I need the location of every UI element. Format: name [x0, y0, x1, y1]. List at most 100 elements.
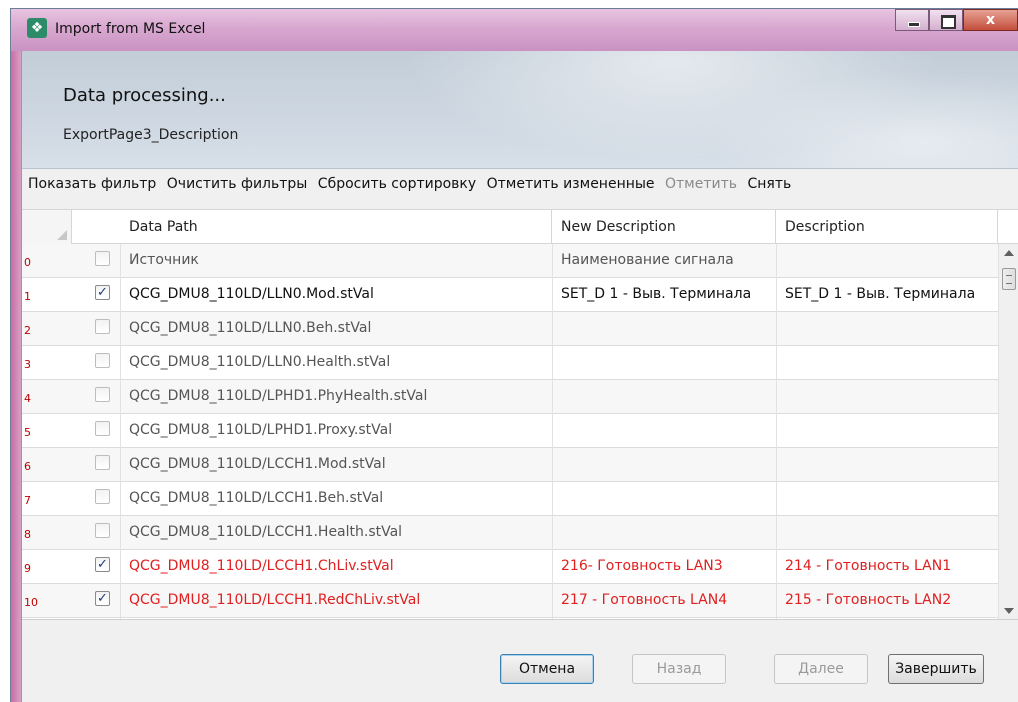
row-checkbox[interactable] — [95, 489, 110, 504]
description-cell[interactable] — [776, 448, 998, 482]
row-number: 1 — [24, 290, 31, 303]
new-description-cell[interactable] — [552, 516, 776, 550]
window-title: Import from MS Excel — [55, 21, 206, 37]
new-description-cell[interactable]: 216- Готовность LAN3 — [552, 550, 776, 584]
reset-sort-link[interactable]: Сбросить сортировку — [318, 176, 476, 192]
vertical-scrollbar[interactable] — [998, 244, 1018, 619]
table-row[interactable]: 1 ✓ QCG_DMU8_110LD/LLN0.Mod.stVal SET_D 1 -… — [22, 278, 998, 312]
description-cell[interactable]: 215 - Готовность LAN2 — [776, 584, 998, 618]
table-row[interactable]: 8 QCG_DMU8_110LD/LCCH1.Health.stVal — [22, 516, 998, 550]
row-number: 0 — [24, 256, 31, 269]
table-row[interactable]: 9 ✓ QCG_DMU8_110LD/LCCH1.ChLiv.stVal 216- Г… — [22, 550, 998, 584]
column-header-description[interactable]: Description — [776, 210, 998, 244]
new-description-cell[interactable] — [552, 312, 776, 346]
minimize-icon[interactable] — [895, 9, 929, 31]
description-cell[interactable] — [776, 312, 998, 346]
scroll-down-icon[interactable] — [1004, 608, 1014, 614]
row-number: 10 — [24, 596, 38, 609]
row-checkbox[interactable] — [95, 523, 110, 538]
row-checkbox[interactable] — [95, 319, 110, 334]
mark-link[interactable]: Отметить — [665, 176, 737, 192]
finish-button[interactable]: Завершить — [888, 654, 984, 684]
data-path-cell[interactable]: QCG_DMU8_110LD/LCCH1.Mod.stVal — [120, 448, 552, 482]
page-title: Data processing... — [63, 85, 226, 106]
row-checkbox[interactable]: ✓ — [95, 557, 110, 572]
description-cell[interactable] — [776, 380, 998, 414]
row-number: 9 — [24, 562, 31, 575]
row-checkbox[interactable] — [95, 421, 110, 436]
maximize-icon[interactable] — [929, 9, 963, 31]
row-checkbox[interactable] — [95, 387, 110, 402]
new-description-cell[interactable]: Наименование сигнала — [552, 244, 776, 278]
app-icon: ❖ — [27, 18, 47, 38]
cancel-button[interactable]: Отмена — [500, 654, 594, 684]
grid-toolbar: Показать фильтр Очистить фильтры Сбросит… — [28, 176, 797, 192]
next-button[interactable]: Далее — [774, 654, 868, 684]
table-row[interactable]: 10 ✓ QCG_DMU8_110LD/LCCH1.RedChLiv.stVal 21… — [22, 584, 998, 618]
table-row[interactable]: 4 QCG_DMU8_110LD/LPHD1.PhyHealth.stVal — [22, 380, 998, 414]
data-path-cell[interactable]: QCG_DMU8_110LD/LLN0.Mod.stVal — [120, 278, 552, 312]
table-row[interactable]: 5 QCG_DMU8_110LD/LPHD1.Proxy.stVal — [22, 414, 998, 448]
close-icon[interactable]: x — [963, 9, 1018, 31]
scroll-up-icon[interactable] — [1004, 250, 1014, 256]
column-header-data-path[interactable]: Data Path — [120, 210, 552, 244]
table-row[interactable]: 6 QCG_DMU8_110LD/LCCH1.Mod.stVal — [22, 448, 998, 482]
row-checkbox[interactable]: ✓ — [95, 591, 110, 606]
scroll-thumb[interactable] — [1002, 268, 1016, 290]
dialog-content: Data processing... ExportPage3_Descripti… — [21, 51, 1018, 702]
title-bar[interactable]: ❖ Import from MS Excel x — [11, 9, 1018, 51]
clear-filters-link[interactable]: Очистить фильтры — [167, 176, 308, 192]
row-number: 3 — [24, 358, 31, 371]
row-number: 7 — [24, 494, 31, 507]
new-description-cell[interactable]: SET_D 1 - Выв. Терминала — [552, 278, 776, 312]
row-number: 5 — [24, 426, 31, 439]
description-cell[interactable] — [776, 346, 998, 380]
new-description-cell[interactable] — [552, 380, 776, 414]
new-description-cell[interactable] — [552, 482, 776, 516]
description-cell[interactable] — [776, 414, 998, 448]
show-filter-link[interactable]: Показать фильтр — [28, 176, 156, 192]
import-dialog: ❖ Import from MS Excel x Data processing… — [10, 8, 1018, 702]
data-path-cell[interactable]: QCG_DMU8_110LD/LLN0.Health.stVal — [120, 346, 552, 380]
description-cell[interactable]: SET_D 1 - Выв. Терминала — [776, 278, 998, 312]
data-path-cell[interactable]: QCG_DMU8_110LD/LLN0.Beh.stVal — [120, 312, 552, 346]
description-cell[interactable] — [776, 516, 998, 550]
data-path-cell[interactable]: QCG_DMU8_110LD/LCCH1.Health.stVal — [120, 516, 552, 550]
window-controls: x — [895, 9, 1018, 31]
new-description-cell[interactable]: 217 - Готовность LAN4 — [552, 584, 776, 618]
table-row[interactable]: 2 QCG_DMU8_110LD/LLN0.Beh.stVal — [22, 312, 998, 346]
grid-header: Data Path New Description Description — [22, 210, 1018, 244]
row-checkbox[interactable] — [95, 353, 110, 368]
table-row[interactable]: 7 QCG_DMU8_110LD/LCCH1.Beh.stVal — [22, 482, 998, 516]
description-cell[interactable] — [776, 482, 998, 516]
button-bar: Отмена Назад Далее Завершить — [22, 619, 1018, 702]
page-subtitle: ExportPage3_Description — [63, 127, 239, 143]
data-path-cell[interactable]: QCG_DMU8_110LD/LCCH1.ChLiv.stVal — [120, 550, 552, 584]
data-path-cell[interactable]: QCG_DMU8_110LD/LCCH1.RedChLiv.stVal — [120, 584, 552, 618]
back-button[interactable]: Назад — [632, 654, 726, 684]
data-path-cell[interactable]: Источник — [120, 244, 552, 278]
row-number: 6 — [24, 460, 31, 473]
data-path-cell[interactable]: QCG_DMU8_110LD/LPHD1.Proxy.stVal — [120, 414, 552, 448]
new-description-cell[interactable] — [552, 448, 776, 482]
data-path-cell[interactable]: QCG_DMU8_110LD/LPHD1.PhyHealth.stVal — [120, 380, 552, 414]
new-description-cell[interactable] — [552, 346, 776, 380]
table-row[interactable]: 3 QCG_DMU8_110LD/LLN0.Health.stVal — [22, 346, 998, 380]
row-checkbox[interactable]: ✓ — [95, 285, 110, 300]
unmark-link[interactable]: Снять — [747, 176, 791, 192]
description-cell[interactable] — [776, 244, 998, 278]
description-cell[interactable]: 214 - Готовность LAN1 — [776, 550, 998, 584]
row-number: 2 — [24, 324, 31, 337]
mark-changed-link[interactable]: Отметить измененные — [487, 176, 655, 192]
select-all-corner[interactable] — [22, 210, 72, 244]
table-row[interactable]: 0 Источник Наименование сигнала — [22, 244, 998, 278]
data-path-cell[interactable]: QCG_DMU8_110LD/LCCH1.Beh.stVal — [120, 482, 552, 516]
new-description-cell[interactable] — [552, 414, 776, 448]
column-header-new-description[interactable]: New Description — [552, 210, 776, 244]
row-number: 8 — [24, 528, 31, 541]
row-number: 4 — [24, 392, 31, 405]
wizard-header: Data processing... ExportPage3_Descripti… — [22, 51, 1018, 169]
row-checkbox[interactable] — [95, 251, 110, 266]
row-checkbox[interactable] — [95, 455, 110, 470]
data-grid: Data Path New Description Description 0 И… — [22, 209, 1018, 619]
